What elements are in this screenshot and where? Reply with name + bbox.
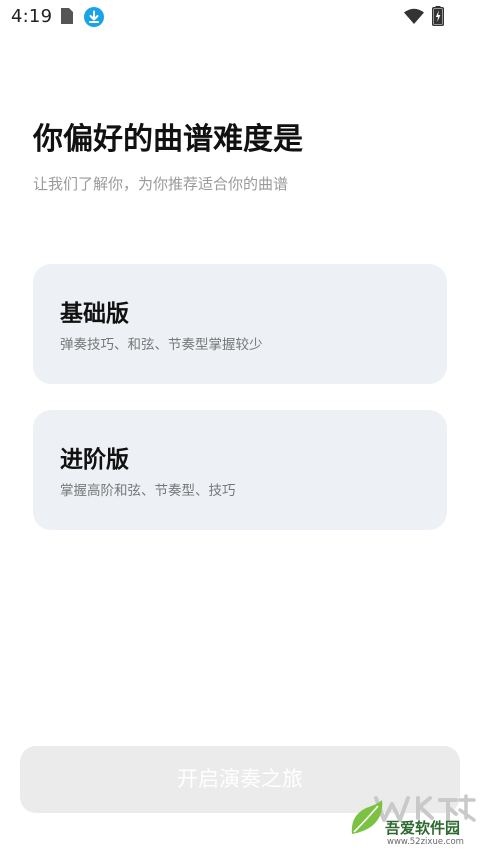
option-card-advanced[interactable]: 进阶版 掌握高阶和弦、节奏型、技巧 bbox=[33, 410, 447, 530]
watermark-url: www.52zixue.com bbox=[387, 837, 464, 847]
page-subtitle: 让我们了解你，为你推荐适合你的曲谱 bbox=[33, 175, 289, 193]
option-description: 掌握高阶和弦、节奏型、技巧 bbox=[60, 483, 236, 499]
page-title: 你偏好的曲谱难度是 bbox=[33, 122, 303, 157]
sim-card-icon bbox=[60, 7, 74, 29]
watermark: 吾爱软件园 www.52zixue.com bbox=[348, 790, 478, 850]
status-bar: 4:19 bbox=[0, 0, 480, 34]
battery-charging-icon bbox=[432, 6, 444, 30]
option-card-basic[interactable]: 基础版 弹奏技巧、和弦、节奏型掌握较少 bbox=[33, 264, 447, 384]
option-title: 基础版 bbox=[60, 301, 129, 327]
download-icon bbox=[84, 7, 104, 31]
status-time: 4:19 bbox=[11, 6, 53, 27]
wifi-icon bbox=[404, 8, 424, 28]
option-title: 进阶版 bbox=[60, 447, 129, 473]
watermark-brand: 吾爱软件园 bbox=[385, 819, 461, 837]
option-description: 弹奏技巧、和弦、节奏型掌握较少 bbox=[60, 337, 263, 353]
